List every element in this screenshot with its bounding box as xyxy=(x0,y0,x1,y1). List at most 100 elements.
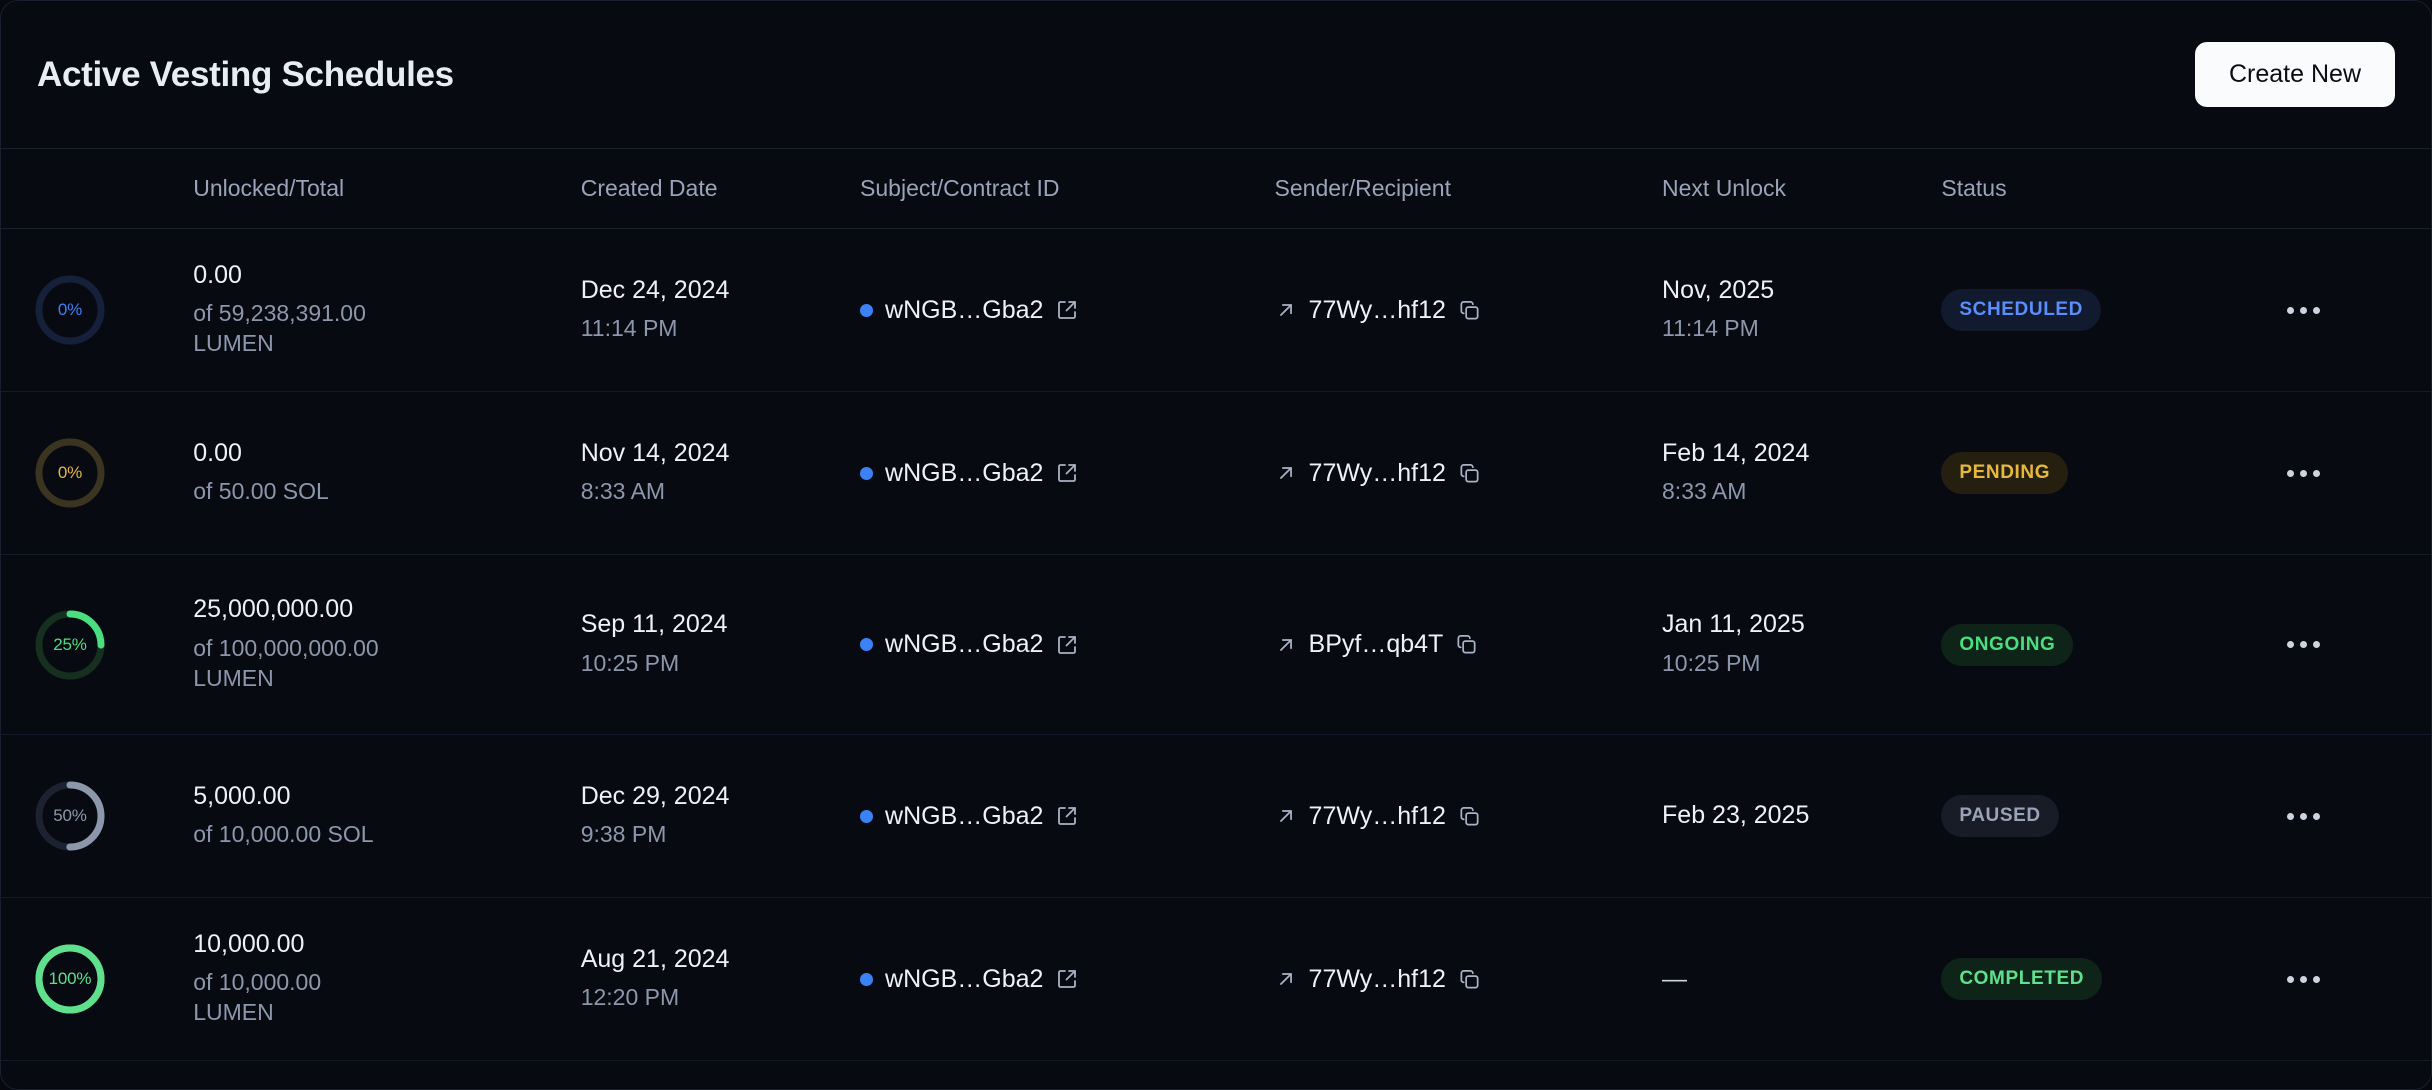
cell-unlocked-total: 0.00of 50.00 SOL xyxy=(193,392,580,555)
created-date: Aug 21, 2024 xyxy=(581,945,860,975)
cell-sender-recipient: BPyf…qb4T xyxy=(1275,555,1662,735)
total-amount: of 59,238,391.00 LUMEN xyxy=(193,299,393,359)
more-options-icon[interactable] xyxy=(2281,470,2327,477)
progress-ring: 0% xyxy=(31,434,109,512)
cell-actions xyxy=(2281,898,2431,1061)
table-row[interactable]: 0%0.00of 50.00 SOLNov 14, 20248:33 AMwNG… xyxy=(1,392,2431,555)
created-date: Dec 24, 2024 xyxy=(581,276,860,306)
sender-address: 77Wy…hf12 xyxy=(1309,459,1446,488)
vesting-schedules-panel: Active Vesting Schedules Create New Unlo… xyxy=(0,0,2432,1090)
progress-ring-label: 100% xyxy=(31,940,109,1018)
cell-unlocked-total: 5,000.00 of 10,000.00 SOL xyxy=(193,735,580,898)
column-header-created-date: Created Date xyxy=(581,149,860,229)
external-link-icon[interactable] xyxy=(1055,804,1079,828)
sender-address: 77Wy…hf12 xyxy=(1309,965,1446,994)
status-dot-icon xyxy=(860,810,873,823)
status-badge: PAUSED xyxy=(1941,795,2058,837)
unlocked-amount: 5,000.00 xyxy=(193,782,580,812)
cell-subject-contract-id: wNGB…Gba2 xyxy=(860,898,1275,1061)
status-badge: COMPLETED xyxy=(1941,958,2102,1000)
created-time: 10:25 PM xyxy=(581,649,860,679)
more-options-icon[interactable] xyxy=(2281,641,2327,648)
create-new-button[interactable]: Create New xyxy=(2195,42,2395,107)
cell-subject-contract-id: wNGB…Gba2 xyxy=(860,229,1275,392)
next-unlock-time: 8:33 AM xyxy=(1662,477,1941,507)
cell-created-date: Dec 29, 20249:38 PM xyxy=(581,735,860,898)
cell-subject-contract-id: wNGB…Gba2 xyxy=(860,555,1275,735)
next-unlock-date: Jan 11, 2025 xyxy=(1662,610,1941,640)
cell-status: SCHEDULED xyxy=(1941,229,2280,392)
status-dot-icon xyxy=(860,304,873,317)
progress-ring-label: 25% xyxy=(31,606,109,684)
total-amount: of 10,000.00 SOL xyxy=(193,820,393,850)
cell-progress: 25% xyxy=(1,555,193,735)
copy-icon[interactable] xyxy=(1455,633,1478,656)
next-unlock-time: 10:25 PM xyxy=(1662,649,1941,679)
arrow-up-right-icon xyxy=(1275,462,1297,484)
unlocked-amount: 0.00 xyxy=(193,439,580,469)
cell-unlocked-total: 25,000,000.00of 100,000,000.00 LUMEN xyxy=(193,555,580,735)
table-row[interactable]: 100% 10,000.00of 10,000.00 LUMENAug 21, 2… xyxy=(1,898,2431,1061)
column-header-status: Status xyxy=(1941,149,2280,229)
column-header-subject-contract-id: Subject/Contract ID xyxy=(860,149,1275,229)
arrow-up-right-icon xyxy=(1275,634,1297,656)
cell-status: PENDING xyxy=(1941,392,2280,555)
arrow-up-right-icon xyxy=(1275,805,1297,827)
more-options-icon[interactable] xyxy=(2281,976,2327,983)
external-link-icon[interactable] xyxy=(1055,633,1079,657)
cell-unlocked-total: 10,000.00of 10,000.00 LUMEN xyxy=(193,898,580,1061)
unlocked-amount: 10,000.00 xyxy=(193,930,580,960)
cell-created-date: Nov 14, 2024 8:33 AM xyxy=(581,392,860,555)
cell-unlocked-total: 0.00 of 59,238,391.00 LUMEN xyxy=(193,229,580,392)
copy-icon[interactable] xyxy=(1458,462,1481,485)
progress-ring: 0% xyxy=(31,271,109,349)
more-options-icon[interactable] xyxy=(2281,307,2327,314)
status-badge: SCHEDULED xyxy=(1941,289,2101,331)
cell-progress: 0% xyxy=(1,229,193,392)
cell-subject-contract-id: wNGB…Gba2 xyxy=(860,392,1275,555)
cell-progress: 0% xyxy=(1,392,193,555)
cell-sender-recipient: 77Wy…hf12 xyxy=(1275,392,1662,555)
panel-header: Active Vesting Schedules Create New xyxy=(1,1,2431,149)
cell-actions xyxy=(2281,392,2431,555)
table-row[interactable]: 0% 0.00 of 59,238,391.00 LUMEN Dec 24, 2024… xyxy=(1,229,2431,392)
progress-ring: 100% xyxy=(31,940,109,1018)
external-link-icon[interactable] xyxy=(1055,461,1079,485)
status-badge: ONGOING xyxy=(1941,624,2073,666)
cell-next-unlock: — xyxy=(1662,898,1941,1061)
progress-ring-label: 0% xyxy=(31,434,109,512)
more-options-icon[interactable] xyxy=(2281,813,2327,820)
copy-icon[interactable] xyxy=(1458,299,1481,322)
created-time: 8:33 AM xyxy=(581,477,860,507)
progress-ring: 25% xyxy=(31,606,109,684)
table-header-row: Unlocked/Total Created Date Subject/Cont… xyxy=(1,149,2431,229)
table-row[interactable]: 25% 25,000,000.00of 100,000,000.00 LUMENS… xyxy=(1,555,2431,735)
cell-next-unlock: Nov, 202511:14 PM xyxy=(1662,229,1941,392)
next-unlock-date: Feb 23, 2025 xyxy=(1662,801,1941,831)
arrow-up-right-icon xyxy=(1275,299,1297,321)
cell-created-date: Sep 11, 202410:25 PM xyxy=(581,555,860,735)
external-link-icon[interactable] xyxy=(1055,298,1079,322)
created-date: Nov 14, 2024 xyxy=(581,439,860,469)
copy-icon[interactable] xyxy=(1458,968,1481,991)
table-row[interactable]: 50% 5,000.00 of 10,000.00 SOL Dec 29, 20249… xyxy=(1,735,2431,898)
unlocked-amount: 0.00 xyxy=(193,261,580,291)
contract-id: wNGB…Gba2 xyxy=(885,965,1043,994)
copy-icon[interactable] xyxy=(1458,805,1481,828)
column-header-actions xyxy=(2281,149,2431,229)
contract-id: wNGB…Gba2 xyxy=(885,630,1043,659)
next-unlock-date: Nov, 2025 xyxy=(1662,276,1941,306)
cell-actions xyxy=(2281,229,2431,392)
column-header-progress xyxy=(1,149,193,229)
cell-progress: 50% xyxy=(1,735,193,898)
column-header-next-unlock: Next Unlock xyxy=(1662,149,1941,229)
progress-ring: 50% xyxy=(31,777,109,855)
vesting-schedules-table: Unlocked/Total Created Date Subject/Cont… xyxy=(1,149,2431,1061)
created-time: 12:20 PM xyxy=(581,983,860,1013)
cell-subject-contract-id: wNGB…Gba2 xyxy=(860,735,1275,898)
external-link-icon[interactable] xyxy=(1055,967,1079,991)
cell-sender-recipient: 77Wy…hf12 xyxy=(1275,898,1662,1061)
arrow-up-right-icon xyxy=(1275,968,1297,990)
cell-sender-recipient: 77Wy…hf12 xyxy=(1275,229,1662,392)
table-body: 0% 0.00 of 59,238,391.00 LUMEN Dec 24, 2024… xyxy=(1,229,2431,1061)
